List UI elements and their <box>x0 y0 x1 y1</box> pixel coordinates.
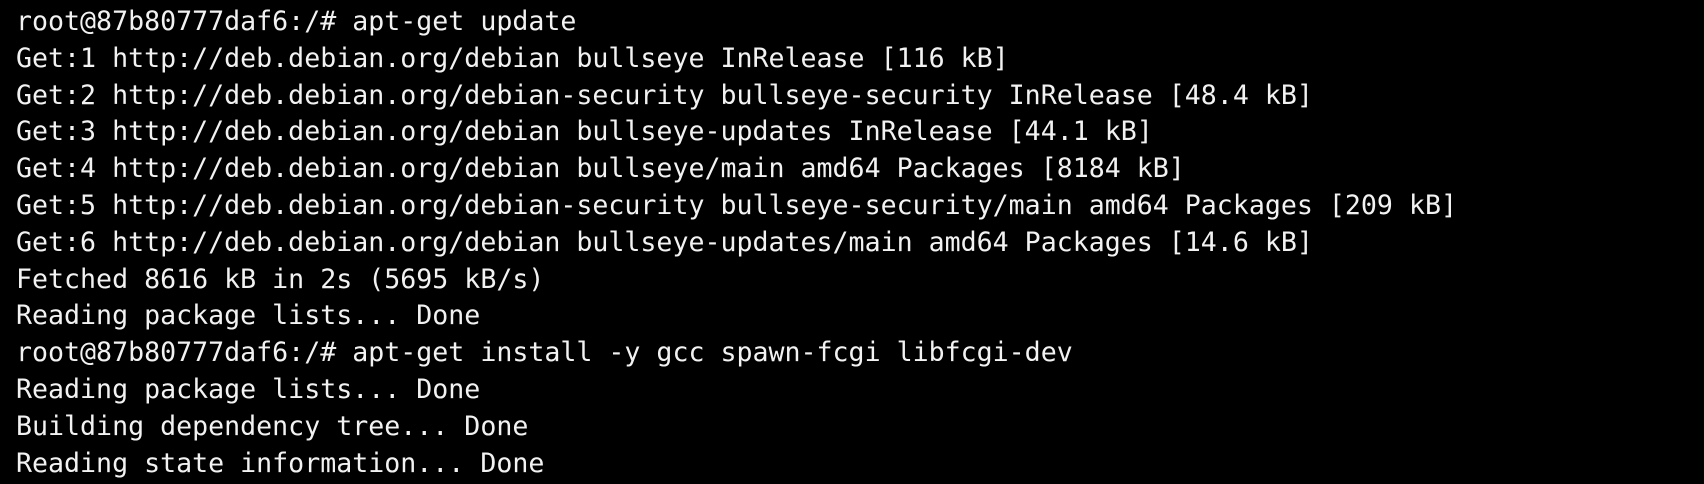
output-line: Fetched 8616 kB in 2s (5695 kB/s) <box>16 263 545 295</box>
output-line: Reading state information... Done <box>16 447 545 479</box>
output-line: Get:6 http://deb.debian.org/debian bulls… <box>16 226 1313 258</box>
output-line: Building dependency tree... Done <box>16 410 529 442</box>
output-line: Get:3 http://deb.debian.org/debian bulls… <box>16 116 1153 148</box>
terminal-window[interactable]: root@87b80777daf6:/# apt-get update Get:… <box>0 0 1704 484</box>
prompt-line: root@87b80777daf6:/# apt-get update <box>16 6 577 37</box>
output-line: Get:4 http://deb.debian.org/debian bulls… <box>16 153 1185 185</box>
output-line: Get:1 http://deb.debian.org/debian bulls… <box>16 42 1009 74</box>
output-line: Reading package lists... Done <box>16 300 481 332</box>
prompt-line: root@87b80777daf6:/# apt-get install -y … <box>16 337 1073 369</box>
output-line: Reading package lists... Done <box>16 373 481 405</box>
output-line: Get:5 http://deb.debian.org/debian-secur… <box>16 189 1457 221</box>
output-line: Get:2 http://deb.debian.org/debian-secur… <box>16 79 1313 111</box>
